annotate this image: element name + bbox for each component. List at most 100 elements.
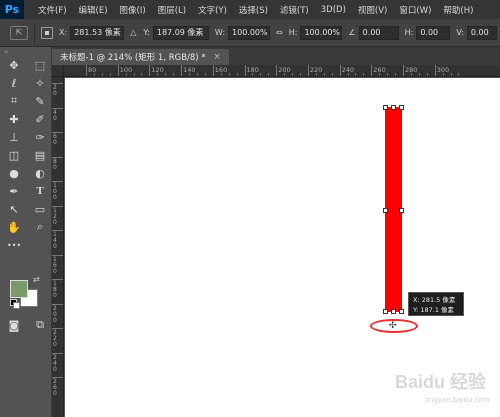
delta-icon[interactable]: △ [130, 28, 136, 37]
vskew-field[interactable]: 0.00 [466, 25, 497, 40]
eraser-tool-icon[interactable]: ◫ [3, 147, 25, 163]
ruler-tick-label: 200 [53, 304, 57, 324]
ruler-minor-tick [268, 73, 270, 76]
transform-handle-top-left[interactable] [383, 105, 388, 110]
height-field[interactable]: 100.00% [300, 25, 343, 40]
ruler-minor-tick [347, 73, 349, 76]
ruler-minor-tick [165, 73, 167, 76]
ruler-tick [434, 65, 436, 76]
menu-layer[interactable]: 图层(L) [152, 4, 192, 16]
pen-tool-icon[interactable]: ✒ [3, 183, 25, 199]
ruler-origin[interactable] [52, 65, 64, 77]
history-brush-tool-icon[interactable]: ✑ [29, 129, 51, 145]
ruler-minor-tick [173, 73, 175, 76]
vskew-label: V: [456, 28, 464, 37]
more-tools-icon[interactable]: ••• [3, 237, 25, 253]
clone-stamp-tool-icon[interactable]: ⊥ [3, 129, 25, 145]
menu-view[interactable]: 视图(V) [352, 4, 393, 16]
eyedropper-tool-icon[interactable]: ✎ [29, 93, 51, 109]
ruler-minor-tick [228, 73, 230, 76]
swap-colors-icon[interactable]: ⇄ [33, 275, 40, 284]
ruler-minor-tick [355, 73, 357, 76]
ruler-tick-label: 260 [53, 378, 57, 397]
dodge-tool-icon[interactable]: ◐ [29, 165, 51, 181]
watermark-logo: Baidu 经验 [395, 372, 487, 392]
transform-handle-bottom-left[interactable] [383, 309, 388, 314]
move-tool-icon[interactable]: ✥ [3, 57, 25, 73]
menu-filter[interactable]: 滤镜(T) [274, 4, 315, 16]
move-cursor-icon: ✣ [389, 321, 397, 331]
menu-image[interactable]: 图像(I) [114, 4, 152, 16]
crop-tool-icon[interactable]: ⌗ [3, 93, 25, 109]
y-field[interactable]: 187.09 像素 [152, 25, 209, 40]
ruler-minor-tick [410, 73, 412, 76]
gradient-tool-icon[interactable]: ▤ [29, 147, 51, 163]
menu-window[interactable]: 窗口(W) [393, 4, 437, 16]
menu-type[interactable]: 文字(Y) [192, 4, 233, 16]
ruler-tick [339, 65, 341, 76]
panel-grip[interactable]: » [0, 47, 51, 57]
magic-wand-tool-icon[interactable]: ✧ [29, 75, 51, 91]
tooltip-y: Y: 187.1 像素 [413, 306, 455, 314]
foreground-color-swatch[interactable] [10, 280, 28, 298]
reference-point-icon[interactable] [41, 26, 53, 39]
vertical-ruler[interactable]: 20 40 60 80 100 120 140 160 180 200 220 240 260 [52, 77, 64, 417]
menu-file[interactable]: 文件(F) [32, 4, 73, 16]
menu-3d[interactable]: 3D(D) [315, 5, 352, 15]
close-tab-icon[interactable]: × [214, 52, 221, 62]
transform-handle-right[interactable] [399, 208, 404, 213]
menu-select[interactable]: 选择(S) [233, 4, 274, 16]
tool-preset-icon[interactable]: ⇱ [10, 25, 28, 40]
ruler-tick-label: 40 [53, 108, 57, 122]
ruler-tick-label: 220 [53, 329, 57, 348]
angle-icon: ∠ [348, 28, 356, 37]
watermark-url: jingyan.baidu.com [425, 396, 490, 404]
ruler-tick [212, 65, 214, 76]
x-field[interactable]: 281.53 像素 [70, 25, 125, 40]
hskew-field[interactable]: 0.00 [416, 25, 451, 40]
photoshop-logo: Ps [0, 0, 24, 19]
transform-handle-bottom-right[interactable] [399, 309, 404, 314]
zoom-tool-icon[interactable]: ⌕ [29, 219, 51, 235]
hand-tool-icon[interactable]: ✋ [3, 219, 25, 235]
tools-panel: » ✥ ⬚ ℓ ✧ ⌗ ✎ ✚ ✐ ⊥ ✑ ◫ ▤ ● ◐ ✒ T ↖ ▭ ✋ … [0, 47, 52, 417]
ruler-tick-label: 120 [53, 206, 57, 226]
blur-tool-icon[interactable]: ● [3, 165, 25, 181]
transform-handle-bottom[interactable] [391, 309, 396, 314]
ruler-minor-tick [236, 73, 238, 76]
ruler-tick [181, 65, 183, 76]
x-label: X: [59, 28, 68, 37]
ruler-minor-tick [189, 73, 191, 76]
healing-brush-tool-icon[interactable]: ✚ [3, 111, 25, 127]
path-selection-tool-icon[interactable]: ↖ [3, 201, 25, 217]
angle-field[interactable]: 0.00 [358, 25, 399, 40]
menu-help[interactable]: 帮助(H) [437, 4, 479, 16]
screen-mode-icon[interactable]: ⧉ [32, 317, 48, 333]
horizontal-ruler[interactable]: 80 100 120 140 160 180 200 220 240 260 280 300 [64, 65, 500, 77]
width-field[interactable]: 100.00% [228, 25, 271, 40]
ruler-minor-tick [315, 73, 317, 76]
y-label: Y: [143, 28, 150, 37]
ruler-minor-tick [323, 73, 325, 76]
lasso-tool-icon[interactable]: ℓ [3, 75, 25, 91]
transform-handle-top[interactable] [391, 105, 396, 110]
type-tool-icon[interactable]: T [29, 183, 51, 199]
marquee-tool-icon[interactable]: ⬚ [29, 57, 51, 73]
document-title: 未标题-1 @ 214% (矩形 1, RGB/8) * [60, 53, 206, 63]
link-icon[interactable]: ⇔ [276, 28, 283, 37]
menu-edit[interactable]: 编辑(E) [73, 4, 114, 16]
ruler-tick [307, 65, 309, 76]
ruler-minor-tick [458, 73, 460, 76]
transform-handle-left[interactable] [383, 208, 388, 213]
ruler-minor-tick [442, 73, 444, 76]
ruler-minor-tick [157, 73, 159, 76]
document-tab[interactable]: 未标题-1 @ 214% (矩形 1, RGB/8) * × [52, 49, 229, 65]
ruler-tick-label: 160 [53, 255, 57, 275]
default-colors-icon[interactable] [10, 299, 20, 309]
quick-mask-icon[interactable]: ◙ [6, 317, 22, 333]
transform-handle-top-right[interactable] [399, 105, 404, 110]
rectangle-tool-icon[interactable]: ▭ [29, 201, 51, 217]
color-swatches: ⇄ [10, 275, 46, 309]
document-canvas[interactable]: X: 281.5 像素 Y: 187.1 像素 ✣ Baidu 经验 jingy… [65, 78, 500, 417]
brush-tool-icon[interactable]: ✐ [29, 111, 51, 127]
